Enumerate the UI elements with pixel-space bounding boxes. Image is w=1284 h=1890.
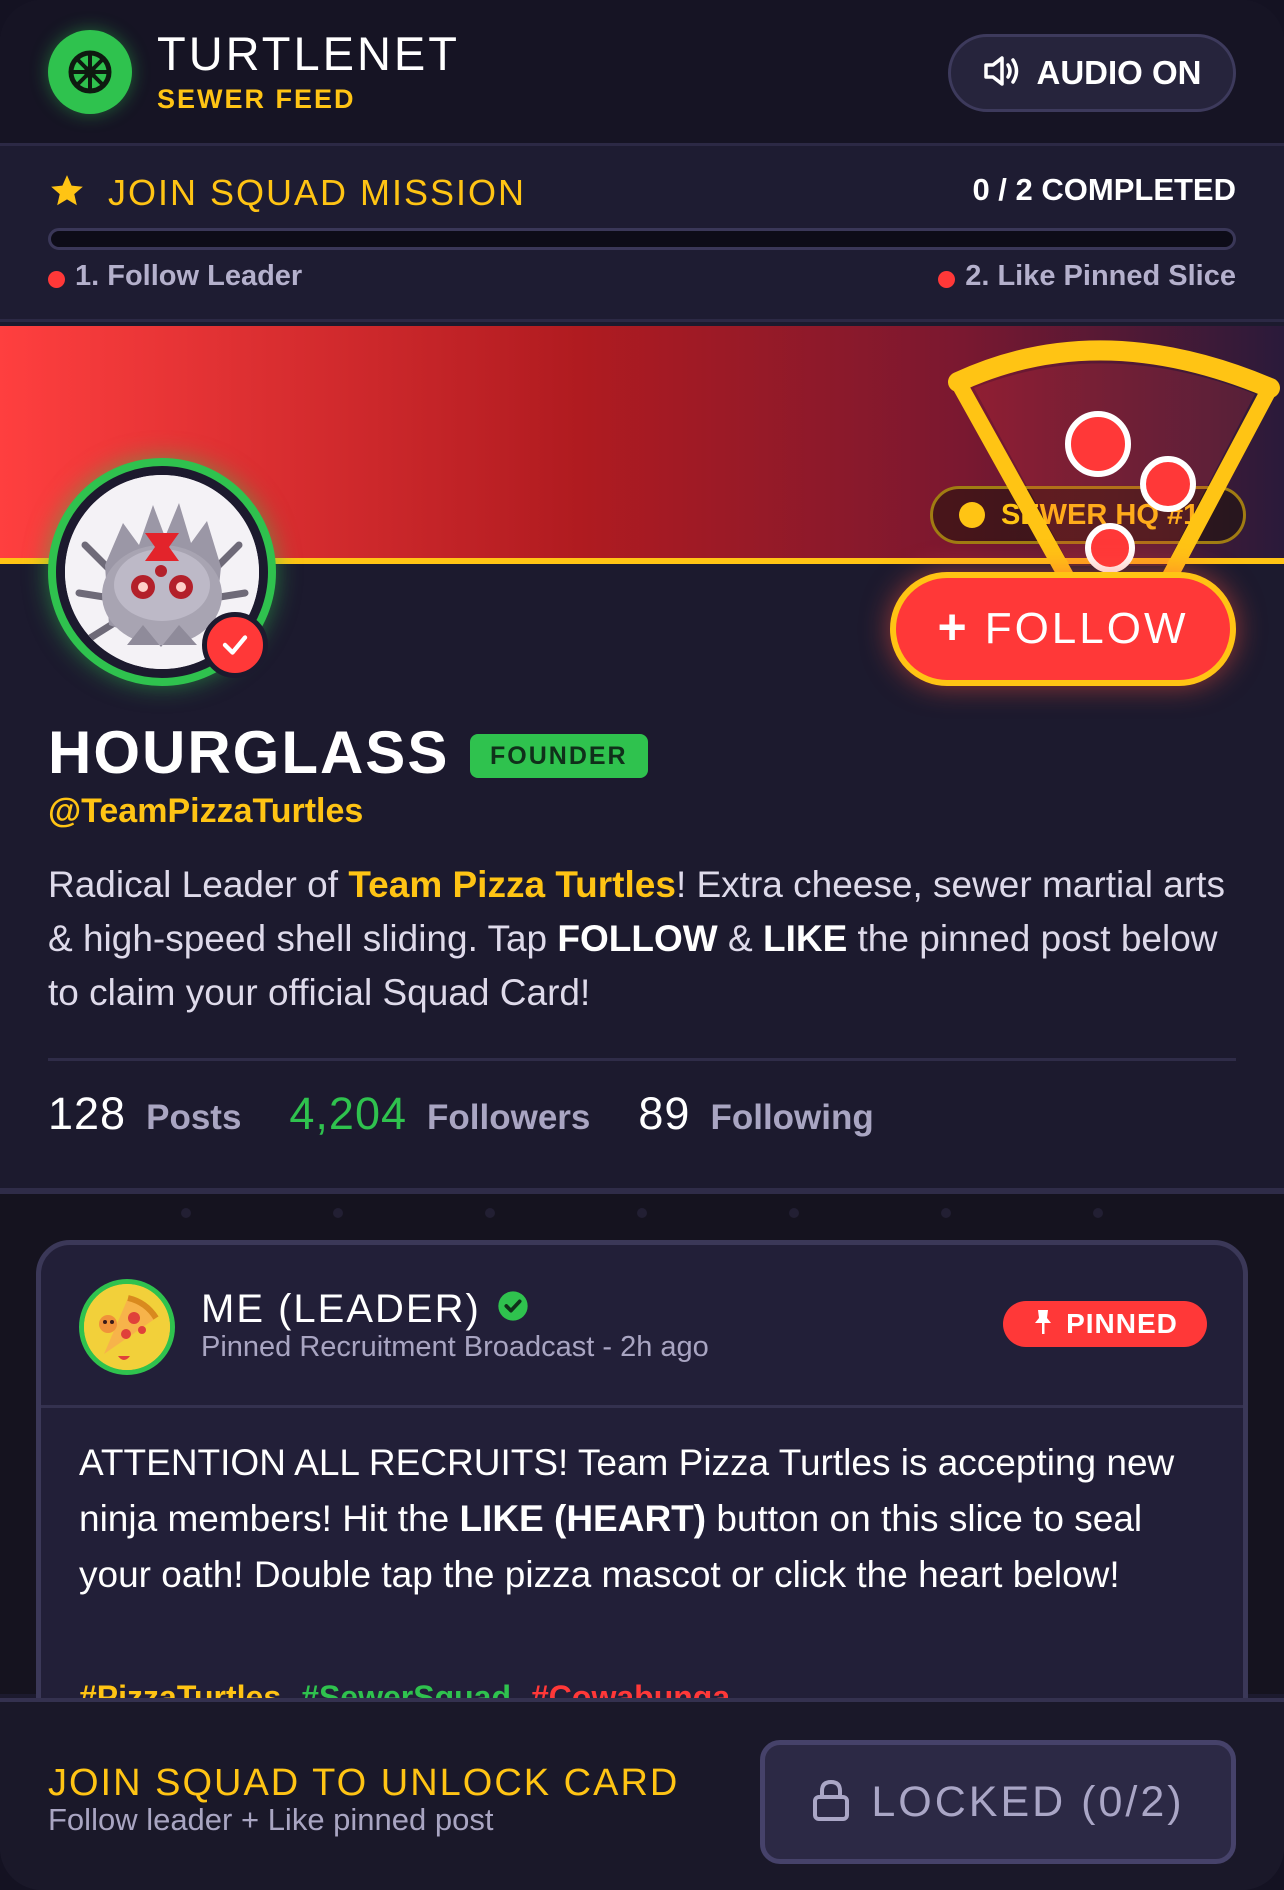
bio-follow-word: FOLLOW (557, 918, 718, 959)
stat-followers[interactable]: 4,204 Followers (289, 1088, 590, 1140)
post-like-emphasis: LIKE (HEART) (459, 1498, 707, 1539)
post-divider (41, 1405, 1243, 1408)
pinned-badge: PINNED (1003, 1301, 1207, 1347)
task-label: 2. Like Pinned Slice (965, 260, 1236, 292)
feed-pattern (0, 1208, 1284, 1220)
audio-label: AUDIO ON (1036, 54, 1202, 91)
verified-check-icon (202, 612, 268, 678)
profile-divider (48, 1058, 1236, 1061)
locked-label: LOCKED (0/2) (871, 1777, 1185, 1826)
star-icon (48, 172, 86, 215)
plus-icon: + (937, 599, 967, 655)
profile-bio: Radical Leader of Team Pizza Turtles! Ex… (48, 858, 1248, 1020)
speaker-icon (983, 54, 1023, 93)
mission-count: 0 / 2 COMPLETED (972, 172, 1236, 207)
mission-title: JOIN SQUAD MISSION (108, 172, 527, 213)
verified-check-icon (497, 1287, 529, 1332)
follow-label: FOLLOW (984, 604, 1189, 653)
profile-handle[interactable]: @TeamPizzaTurtles (48, 792, 363, 831)
pinned-label: PINNED (1066, 1308, 1178, 1339)
bio-text: & (717, 918, 763, 959)
stat-label: Followers (427, 1098, 591, 1137)
shell-wheel-icon (48, 30, 132, 114)
unlock-cta-subtitle: Follow leader + Like pinned post (48, 1802, 494, 1837)
profile-name: HOURGLASS (48, 719, 450, 786)
stat-label: Posts (146, 1098, 242, 1137)
locked-card-button[interactable]: LOCKED (0/2) (760, 1740, 1236, 1864)
follow-button[interactable]: + FOLLOW (890, 572, 1236, 686)
task-label: 1. Follow Leader (75, 260, 303, 292)
bio-like-word: LIKE (762, 918, 848, 959)
pizza-slice-icon (948, 340, 1280, 584)
post-meta: Pinned Recruitment Broadcast - 2h ago (201, 1331, 709, 1363)
post-body: ATTENTION ALL RECRUITS! Team Pizza Turtl… (79, 1435, 1219, 1603)
mission-task-like: 2. Like Pinned Slice (938, 260, 1236, 293)
founder-badge: FOUNDER (470, 734, 648, 778)
audio-toggle-button[interactable]: AUDIO ON (948, 34, 1236, 112)
pin-icon (1032, 1308, 1054, 1341)
task-status-dot (938, 271, 956, 288)
mission-panel: JOIN SQUAD MISSION 0 / 2 COMPLETED 1. Fo… (0, 146, 1284, 322)
top-header: TURTLENET SEWER FEED AUDIO ON (0, 0, 1284, 146)
app-subtitle: SEWER FEED (157, 84, 356, 114)
pizza-mascot-avatar[interactable] (79, 1279, 175, 1375)
bio-team-name: Team Pizza Turtles (348, 864, 676, 905)
post-author[interactable]: ME (LEADER) (201, 1287, 529, 1332)
stat-posts[interactable]: 128 Posts (48, 1088, 241, 1140)
bottom-action-bar: JOIN SQUAD TO UNLOCK CARD Follow leader … (0, 1698, 1284, 1890)
bio-text: Radical Leader of (48, 864, 349, 905)
task-status-dot (48, 271, 65, 288)
stat-following[interactable]: 89 Following (638, 1088, 873, 1140)
post-author-name: ME (LEADER) (201, 1287, 481, 1331)
mission-progress-bar (48, 228, 1236, 250)
stat-value: 128 (48, 1088, 127, 1139)
app-title: TURTLENET (157, 27, 460, 80)
mission-task-follow: 1. Follow Leader (48, 260, 302, 293)
stat-value: 4,204 (289, 1088, 408, 1139)
pinned-post-card[interactable]: ME (LEADER) Pinned Recruitment Broadcast… (36, 1240, 1248, 1760)
lock-icon (811, 1778, 851, 1827)
stat-label: Following (710, 1098, 874, 1137)
profile-stats: 128 Posts 4,204 Followers 89 Following (48, 1088, 922, 1148)
app-frame: TURTLENET SEWER FEED AUDIO ON JOIN SQUAD… (0, 0, 1284, 1890)
stat-value: 89 (638, 1088, 691, 1139)
unlock-cta-title: JOIN SQUAD TO UNLOCK CARD (48, 1762, 680, 1804)
